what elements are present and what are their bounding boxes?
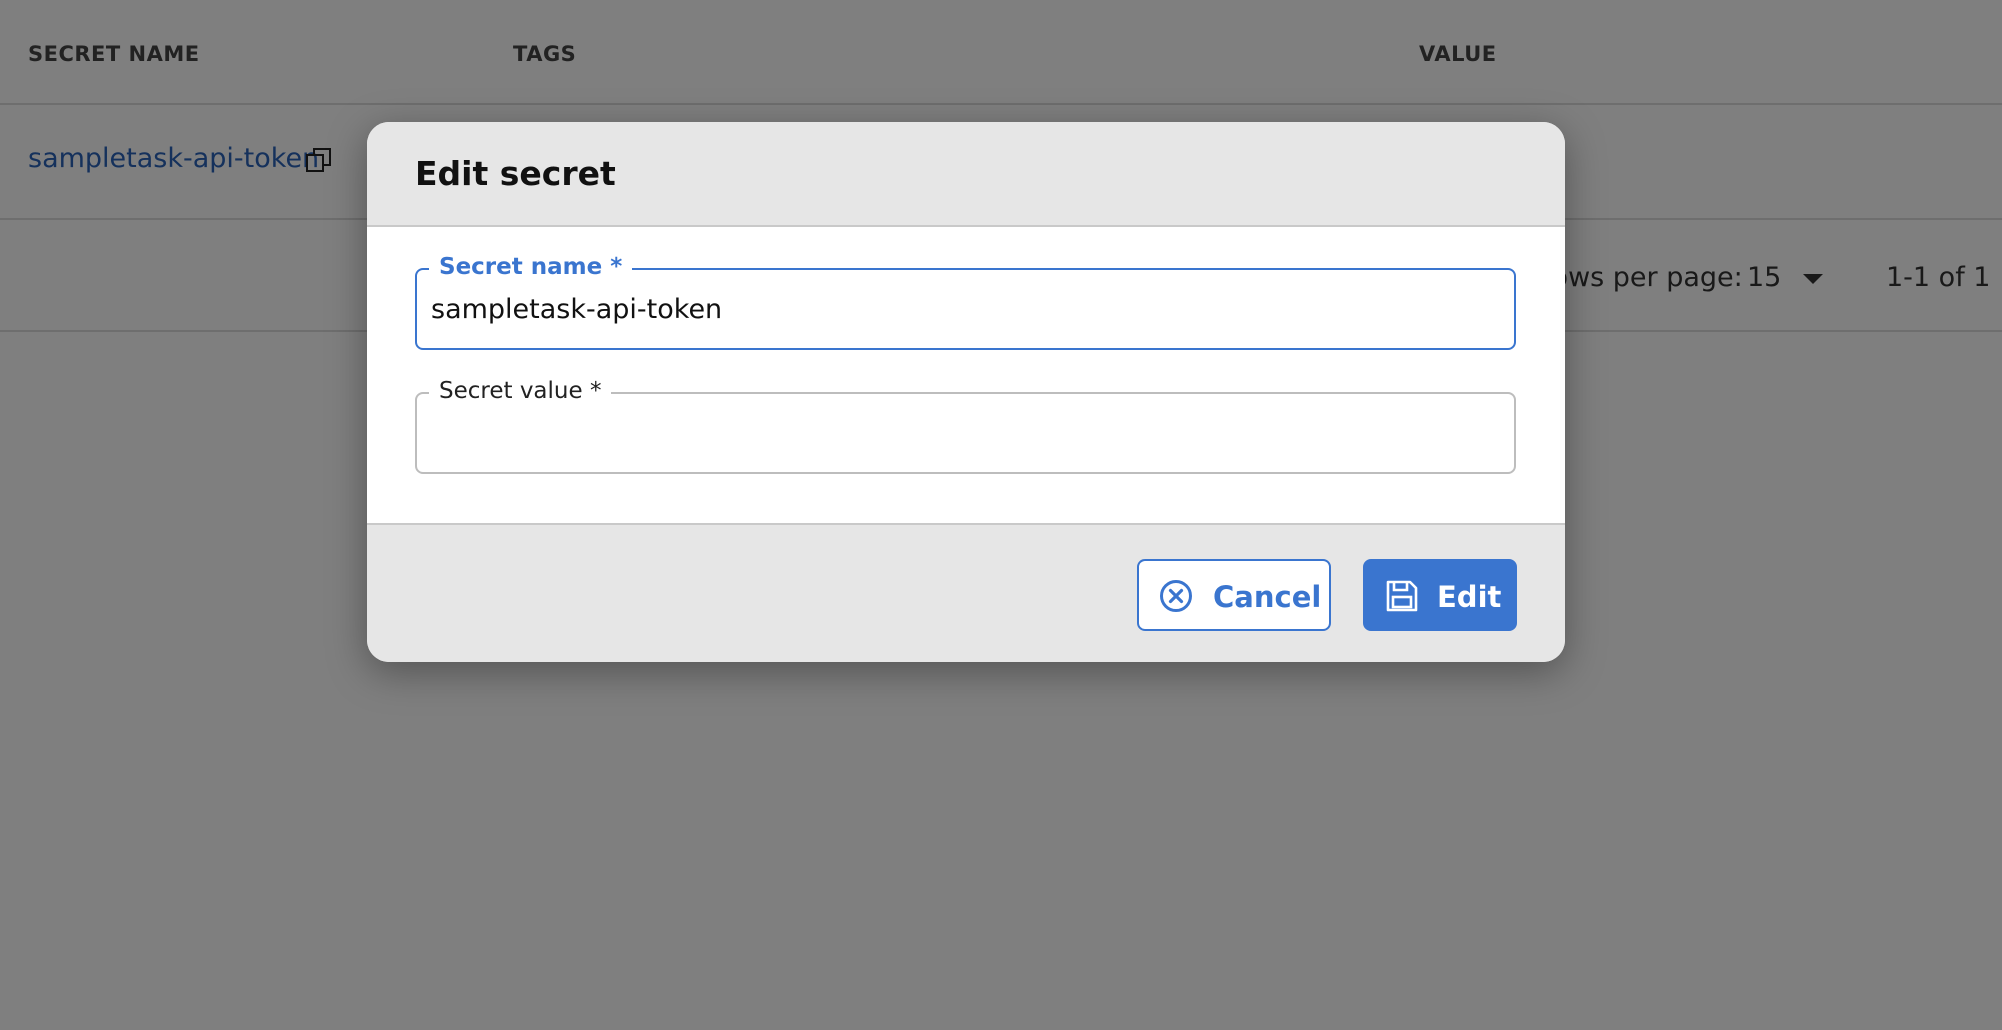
secret-value-input[interactable] [431, 394, 1491, 472]
dialog-footer: Cancel Edit [367, 523, 1565, 662]
edit-button-label: Edit [1437, 580, 1502, 614]
cancel-button-label: Cancel [1213, 580, 1322, 614]
secret-value-field[interactable]: Secret value * [415, 377, 1516, 474]
edit-secret-dialog: Edit secret Secret name * Secret value *… [367, 122, 1565, 662]
dialog-title: Edit secret [415, 154, 616, 193]
dialog-header: Edit secret [367, 122, 1565, 227]
edit-button[interactable]: Edit [1363, 559, 1517, 631]
cancel-circle-icon [1160, 580, 1192, 612]
save-icon [1386, 580, 1418, 612]
secrets-page: SECRET NAME TAGS VALUE sampletask-api-to… [0, 0, 2002, 1030]
secret-name-field[interactable]: Secret name * [415, 253, 1516, 350]
secret-name-input[interactable] [431, 270, 1491, 348]
cancel-button[interactable]: Cancel [1137, 559, 1331, 631]
